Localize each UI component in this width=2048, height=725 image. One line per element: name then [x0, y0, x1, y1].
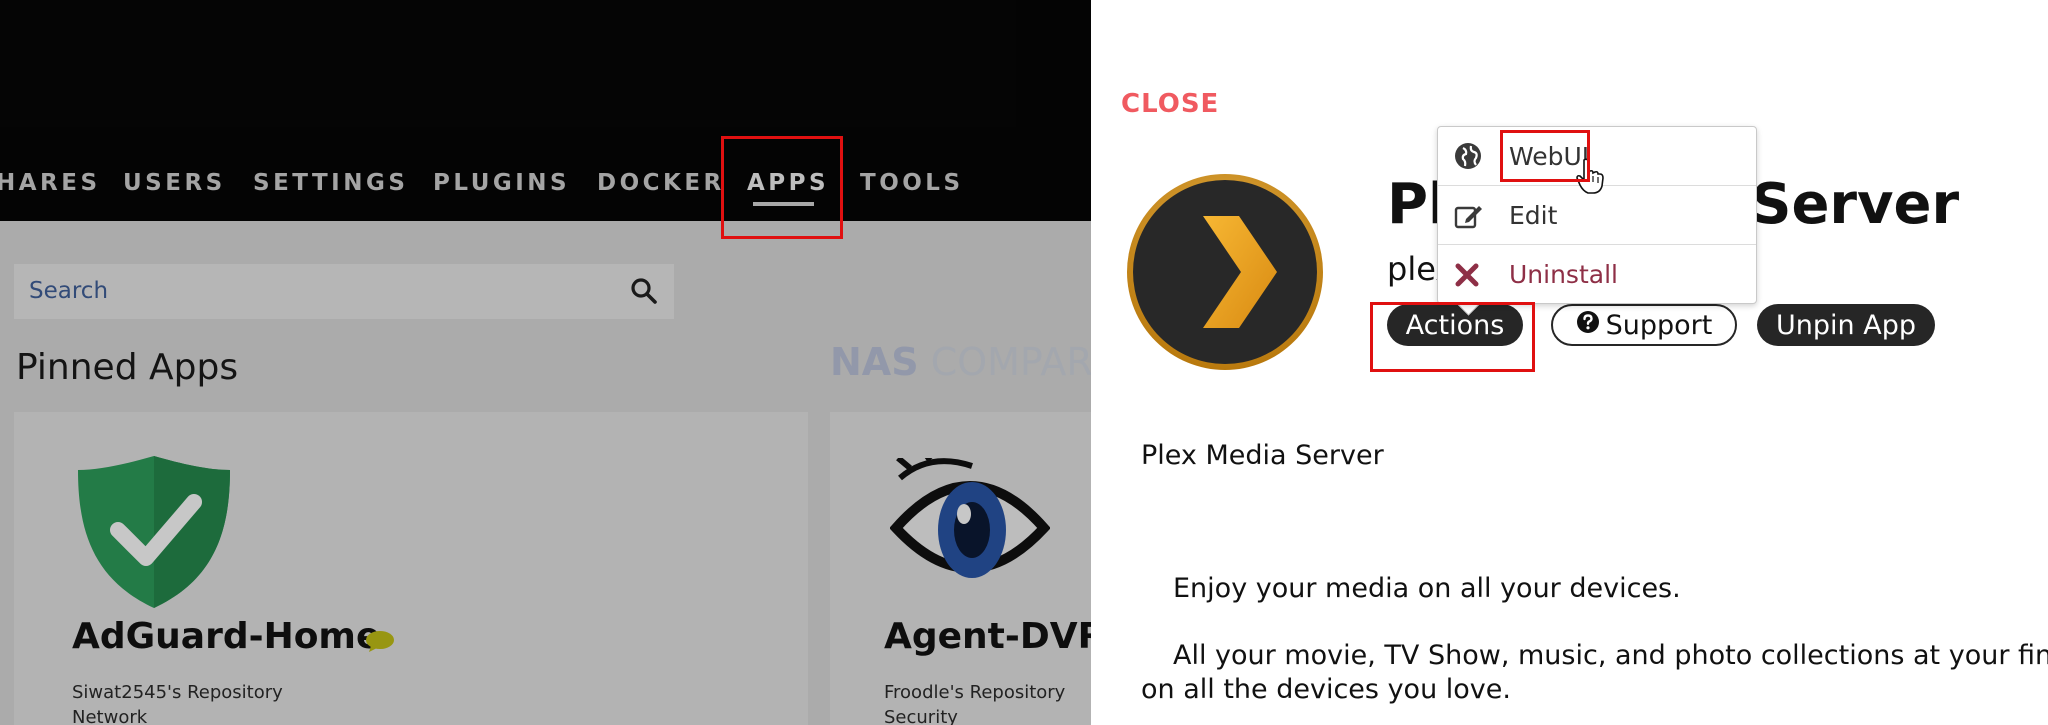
question-circle-icon — [1576, 310, 1600, 341]
adguard-shield-icon — [74, 452, 234, 616]
support-button-label: Support — [1605, 309, 1713, 341]
app-repository: Siwat2545's Repository — [72, 682, 283, 703]
description-line: on all the devices you love. — [1141, 674, 1511, 705]
app-category: Security — [884, 707, 958, 725]
app-card-adguard[interactable]: AdGuard-Home Siwat2545's Repository Netw… — [14, 412, 808, 725]
app-details-panel: CLOSE Plex Media Server plex Actions — [1091, 0, 2048, 725]
menu-item-label: Edit — [1509, 200, 1558, 230]
webui-highlight — [1500, 130, 1590, 182]
app-name[interactable]: Agent-DVR — [884, 616, 1091, 657]
support-button[interactable]: Support — [1551, 304, 1737, 346]
unpin-app-button[interactable]: Unpin App — [1757, 304, 1935, 346]
app-name[interactable]: AdGuard-Home — [72, 616, 380, 657]
globe-icon — [1454, 142, 1482, 174]
description-line: All your movie, TV Show, music, and phot… — [1173, 640, 2048, 671]
unpin-app-label: Unpin App — [1776, 309, 1916, 341]
search-placeholder: Search — [29, 278, 109, 304]
x-icon — [1454, 262, 1480, 292]
support-thread-icon[interactable] — [365, 630, 395, 656]
close-button[interactable]: CLOSE — [1121, 89, 1219, 119]
watermark-part1: NAS — [830, 340, 919, 384]
search-icon[interactable] — [630, 277, 658, 309]
apps-tab-highlight — [721, 136, 843, 239]
description-line: Enjoy your media on all your devices. — [1173, 573, 1681, 604]
menu-item-label: Uninstall — [1509, 259, 1618, 289]
app-card-agent-dvr[interactable]: Agent-DVR Froodle's Repository Security — [830, 412, 1091, 725]
app-repository: Froodle's Repository — [884, 682, 1066, 703]
description-app-name: Plex Media Server — [1141, 440, 1384, 471]
nav-item-docker[interactable]: DOCKER — [597, 170, 725, 196]
actions-button-highlight — [1370, 302, 1535, 372]
pinned-apps-heading: Pinned Apps — [16, 347, 239, 388]
agent-dvr-eye-icon — [889, 450, 1051, 612]
menu-item-uninstall[interactable]: Uninstall — [1438, 245, 1756, 303]
app-category: Network — [72, 707, 148, 725]
actions-dropdown-menu: WebUI Edit Uninstall — [1437, 126, 1757, 304]
nav-item-shares[interactable]: HARES — [0, 170, 101, 196]
top-navigation-bar: HARES USERS SETTINGS PLUGINS DOCKER APPS… — [0, 0, 1091, 221]
nav-item-tools[interactable]: TOOLS — [860, 170, 964, 196]
nav-item-plugins[interactable]: PLUGINS — [433, 170, 570, 196]
plex-logo-icon — [1125, 172, 1325, 376]
search-input[interactable]: Search — [14, 264, 674, 319]
nav-item-users[interactable]: USERS — [123, 170, 226, 196]
nav-item-settings[interactable]: SETTINGS — [253, 170, 408, 196]
edit-icon — [1454, 201, 1484, 233]
